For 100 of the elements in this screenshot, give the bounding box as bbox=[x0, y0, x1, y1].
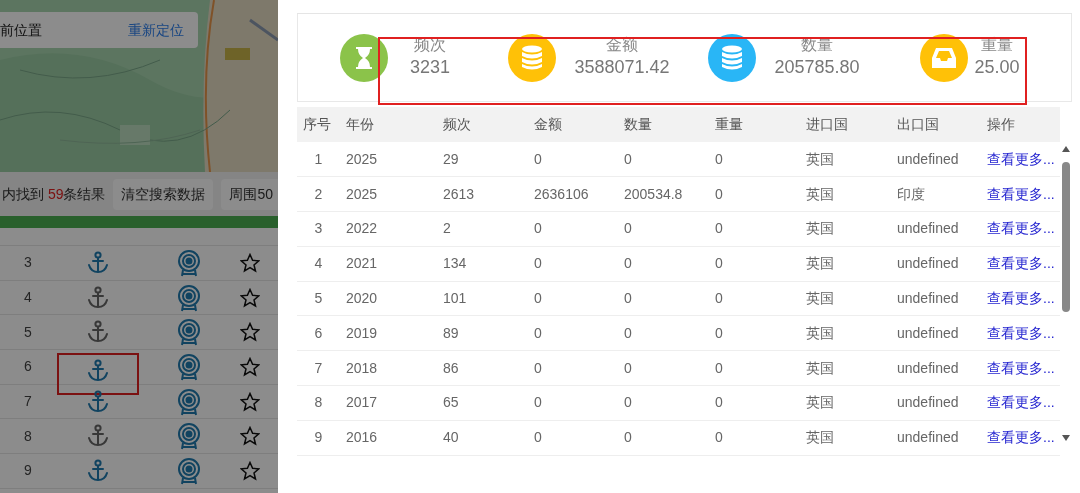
view-more-link[interactable]: 查看更多... bbox=[987, 324, 1055, 341]
table-cell: undefined bbox=[891, 420, 981, 456]
star-icon[interactable] bbox=[240, 252, 260, 273]
table-cell: 0 bbox=[709, 246, 800, 282]
column-header: 年份 bbox=[340, 107, 437, 142]
view-more-link[interactable]: 查看更多... bbox=[987, 394, 1055, 411]
table-cell: 2025 bbox=[340, 142, 437, 177]
table-cell: undefined bbox=[891, 142, 981, 177]
star-icon[interactable] bbox=[240, 322, 260, 343]
table-cell: 英国 bbox=[800, 176, 891, 212]
view-more-link[interactable]: 查看更多... bbox=[987, 220, 1055, 237]
table-cell: 0 bbox=[528, 316, 618, 351]
view-more-link[interactable]: 查看更多... bbox=[987, 359, 1055, 376]
nearby-range-button[interactable]: 周围50 bbox=[221, 178, 278, 210]
stat-value: 3588071.42 bbox=[573, 56, 671, 80]
table-cell: 英国 bbox=[800, 420, 891, 456]
table-cell: 英国 bbox=[800, 142, 891, 177]
table-cell: 英国 bbox=[800, 385, 891, 421]
table-cell: 0 bbox=[618, 350, 709, 386]
table-cell: 0 bbox=[528, 350, 618, 386]
anchor-icon[interactable] bbox=[87, 358, 109, 383]
view-more-link[interactable]: 查看更多... bbox=[987, 290, 1055, 307]
table-cell: 0 bbox=[709, 350, 800, 386]
table-cell: 2025 bbox=[340, 176, 437, 212]
table-cell: 6 bbox=[297, 316, 340, 351]
anchor-icon[interactable] bbox=[87, 250, 109, 275]
table-cell: 英国 bbox=[800, 281, 891, 316]
table-cell: 英国 bbox=[800, 211, 891, 247]
table-cell: 0 bbox=[528, 281, 618, 316]
table-cell: 2022 bbox=[340, 211, 437, 247]
table-cell: 9 bbox=[297, 420, 340, 456]
camera-icon[interactable] bbox=[177, 422, 201, 451]
table-cell: 0 bbox=[618, 420, 709, 456]
table-cell: 200534.8 bbox=[618, 176, 709, 212]
table-cell: 40 bbox=[437, 420, 528, 456]
star-icon[interactable] bbox=[240, 391, 260, 412]
table-cell: 2021 bbox=[340, 246, 437, 282]
stat-value: 205785.80 bbox=[773, 56, 861, 80]
table-cell: 0 bbox=[618, 281, 709, 316]
table-cell: 7 bbox=[297, 350, 340, 386]
star-icon[interactable] bbox=[240, 426, 260, 447]
camera-icon[interactable] bbox=[177, 318, 201, 347]
table-cell: 2613 bbox=[437, 176, 528, 212]
anchor-icon[interactable] bbox=[87, 458, 109, 483]
view-more-link[interactable]: 查看更多... bbox=[987, 185, 1055, 202]
table-cell: 2020 bbox=[340, 281, 437, 316]
location-label: 前位置 bbox=[0, 20, 42, 40]
table-cell: 0 bbox=[528, 246, 618, 282]
table-cell: 0 bbox=[709, 316, 800, 351]
anchor-icon[interactable] bbox=[87, 424, 109, 449]
row-number: 8 bbox=[23, 426, 33, 446]
table-cell: 0 bbox=[709, 211, 800, 247]
camera-icon[interactable] bbox=[177, 387, 201, 416]
anchor-icon[interactable] bbox=[87, 389, 109, 414]
view-more-link[interactable]: 查看更多... bbox=[987, 255, 1055, 272]
result-count-text: 内找到 59条结果 bbox=[2, 184, 106, 204]
table-cell: 2017 bbox=[340, 385, 437, 421]
table-cell: 0 bbox=[709, 176, 800, 212]
table-cell: 0 bbox=[618, 316, 709, 351]
row-number: 7 bbox=[23, 392, 33, 412]
table-cell: 0 bbox=[709, 420, 800, 456]
table-cell: 2016 bbox=[340, 420, 437, 456]
table-cell: 2 bbox=[437, 211, 528, 247]
table-cell: 2019 bbox=[340, 316, 437, 351]
table-cell: 2 bbox=[297, 176, 340, 212]
anchor-icon[interactable] bbox=[87, 285, 109, 310]
column-header: 重量 bbox=[709, 107, 800, 142]
table-cell: undefined bbox=[891, 385, 981, 421]
table-cell: 0 bbox=[709, 142, 800, 177]
table-cell: 英国 bbox=[800, 316, 891, 351]
table-cell: 0 bbox=[528, 211, 618, 247]
table-cell: undefined bbox=[891, 350, 981, 386]
camera-icon[interactable] bbox=[177, 352, 201, 381]
camera-icon[interactable] bbox=[177, 456, 201, 485]
clear-search-button[interactable]: 清空搜索数据 bbox=[113, 178, 214, 210]
camera-icon[interactable] bbox=[177, 283, 201, 312]
star-icon[interactable] bbox=[240, 287, 260, 308]
table-cell: 0 bbox=[709, 281, 800, 316]
column-header: 金额 bbox=[528, 107, 618, 142]
table-cell: 5 bbox=[297, 281, 340, 316]
column-header: 进口国 bbox=[800, 107, 891, 142]
row-number: 9 bbox=[23, 461, 33, 481]
table-cell: 0 bbox=[709, 385, 800, 421]
table-cell: 101 bbox=[437, 281, 528, 316]
table-cell: 0 bbox=[618, 385, 709, 421]
table-cell: 2018 bbox=[340, 350, 437, 386]
table-cell: 0 bbox=[528, 420, 618, 456]
table-cell: 86 bbox=[437, 350, 528, 386]
star-icon[interactable] bbox=[240, 460, 260, 481]
table-cell: 65 bbox=[437, 385, 528, 421]
anchor-icon[interactable] bbox=[87, 320, 109, 345]
camera-icon[interactable] bbox=[177, 248, 201, 277]
table-cell: 英国 bbox=[800, 246, 891, 282]
view-more-link[interactable]: 查看更多... bbox=[987, 429, 1055, 446]
table-cell: 0 bbox=[528, 385, 618, 421]
view-more-link[interactable]: 查看更多... bbox=[987, 150, 1055, 167]
table-cell: 29 bbox=[437, 142, 528, 177]
star-icon[interactable] bbox=[240, 356, 260, 377]
stat-value: 25.00 bbox=[973, 56, 1021, 80]
stat-value: 3231 bbox=[408, 56, 451, 80]
